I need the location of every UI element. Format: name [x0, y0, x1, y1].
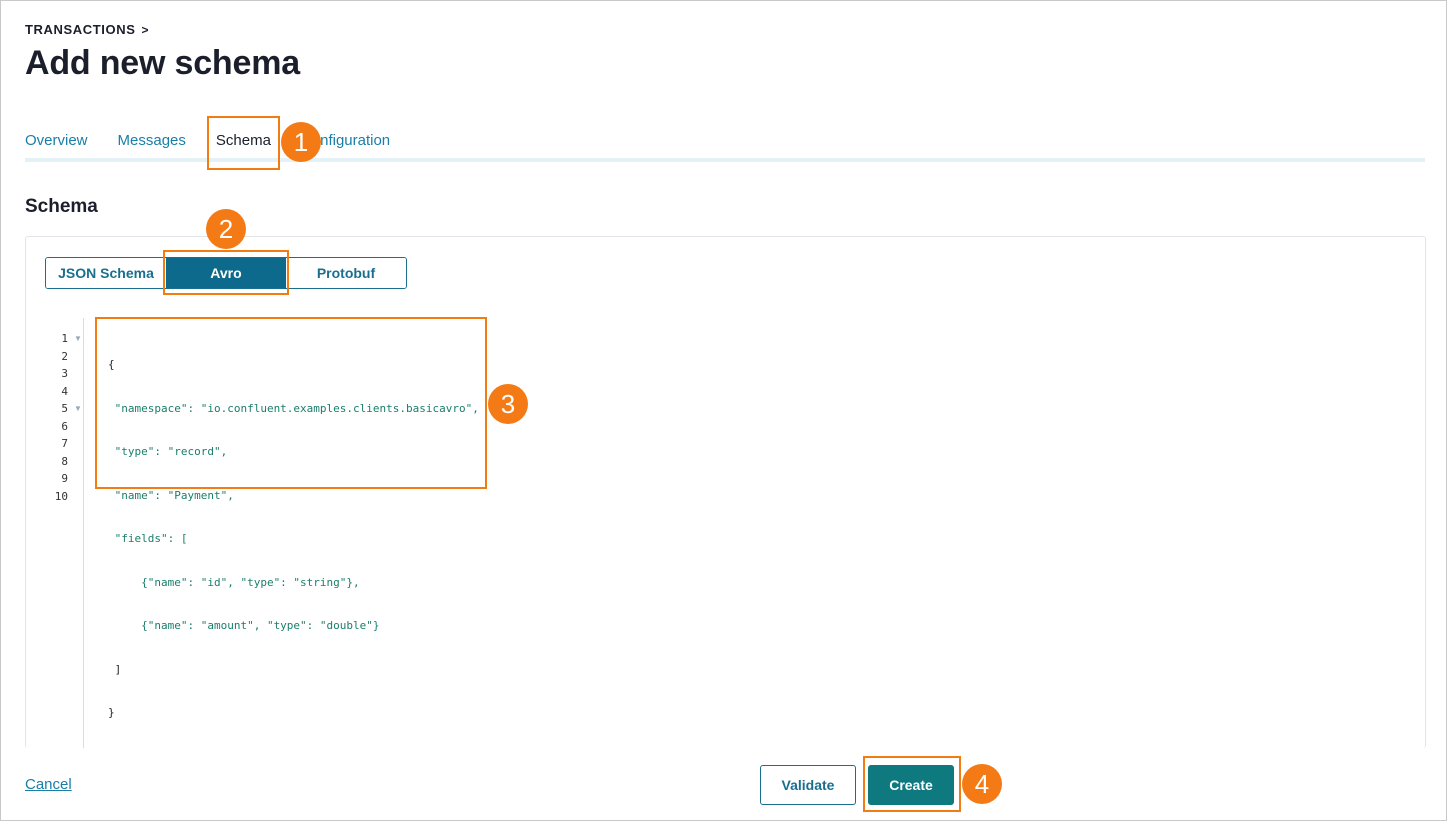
line-number: 2 — [61, 349, 68, 363]
page-title: Add new schema — [25, 44, 300, 82]
code-line: {"name": "amount", "type": "double"} — [108, 619, 380, 632]
annotation-highlight-code — [95, 317, 487, 489]
annotation-badge-2: 2 — [206, 209, 246, 249]
schema-type-protobuf-button[interactable]: Protobuf — [286, 258, 406, 288]
editor-gutter: 1 ▼ 2 3 4 5 ▼ 6 7 8 9 10 — [26, 318, 84, 748]
annotation-badge-4: 4 — [962, 764, 1002, 804]
line-number: 9 — [61, 472, 68, 485]
annotation-highlight-schema-tab — [207, 116, 280, 170]
tab-messages[interactable]: Messages — [118, 127, 186, 159]
line-number: 10 — [54, 489, 68, 503]
line-number: 1 — [61, 332, 68, 345]
annotation-highlight-avro — [163, 250, 289, 295]
annotation-badge-1: 1 — [281, 122, 321, 162]
code-line: "name": "Payment", — [108, 488, 234, 502]
code-line: ] — [108, 662, 122, 676]
annotation-badge-3: 3 — [488, 384, 528, 424]
fold-arrow-icon[interactable]: ▼ — [74, 330, 82, 348]
code-line: } — [108, 706, 115, 719]
breadcrumb[interactable]: TRANSACTIONS > — [25, 22, 149, 37]
chevron-right-icon: > — [141, 22, 150, 37]
line-number: 8 — [61, 454, 68, 468]
line-number: 3 — [61, 367, 68, 380]
cancel-link[interactable]: Cancel — [25, 776, 72, 793]
section-title: Schema — [25, 196, 98, 217]
schema-type-json-button[interactable]: JSON Schema — [46, 258, 166, 288]
line-number: 5 — [61, 402, 68, 415]
line-number: 7 — [61, 437, 68, 450]
code-line: "fields": [ — [108, 532, 188, 545]
tab-overview[interactable]: Overview — [25, 127, 88, 159]
breadcrumb-topic[interactable]: TRANSACTIONS — [25, 22, 135, 37]
line-number: 6 — [61, 419, 68, 433]
validate-button[interactable]: Validate — [760, 765, 856, 805]
create-button[interactable]: Create — [868, 765, 954, 805]
fold-arrow-icon[interactable]: ▼ — [74, 400, 82, 418]
code-line: {"name": "id", "type": "string"}, — [108, 575, 360, 589]
line-number: 4 — [61, 384, 68, 398]
